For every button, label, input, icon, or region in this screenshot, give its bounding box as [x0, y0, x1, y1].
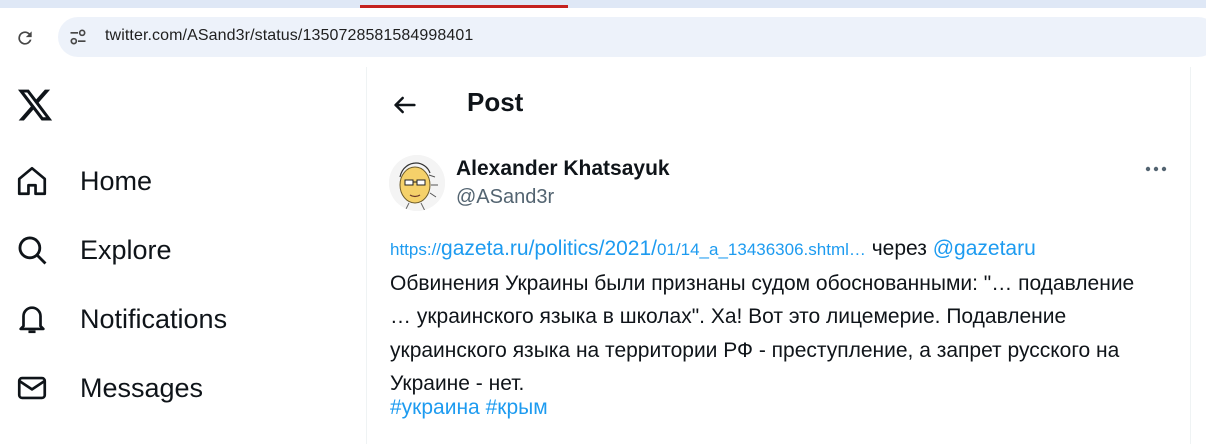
reload-icon[interactable] [14, 27, 36, 49]
bell-icon [14, 301, 50, 337]
sidebar-item-label: Home [80, 165, 153, 196]
browser-tab-strip [0, 0, 1206, 8]
home-icon [14, 163, 50, 199]
twitter-page: Home Explore Notifications Messages Post… [0, 67, 1206, 444]
hashtag-link[interactable]: #крым [486, 396, 548, 419]
back-arrow-icon[interactable] [391, 91, 419, 119]
link-domain-path: gazeta.ru/politics/2021/ [441, 237, 657, 260]
site-info-icon[interactable] [67, 26, 89, 48]
x-logo-icon[interactable] [16, 86, 54, 124]
main-column: Post Alexander Khatsayuk @ASand3r https:… [366, 67, 1191, 444]
envelope-icon [14, 370, 50, 406]
sidebar: Home Explore Notifications Messages [0, 67, 366, 444]
link-tail: 01/14_a_13436306.shtml… [657, 240, 866, 259]
sidebar-item-label: Explore [80, 234, 172, 265]
author-name[interactable]: Alexander Khatsayuk [456, 157, 670, 181]
tweet-body: Обвинения Украины были признаны судом об… [390, 271, 1135, 396]
page-title: Post [467, 87, 524, 117]
search-icon [14, 232, 50, 268]
avatar[interactable] [389, 155, 445, 211]
sidebar-item-home[interactable]: Home [14, 156, 152, 206]
author-handle[interactable]: @ASand3r [456, 186, 554, 209]
sidebar-item-explore[interactable]: Explore [14, 225, 172, 275]
browser-toolbar: twitter.com/ASand3r/status/1350728581584… [0, 8, 1206, 67]
sidebar-item-messages[interactable]: Messages [14, 363, 203, 413]
address-bar[interactable]: twitter.com/ASand3r/status/1350728581584… [58, 17, 1206, 57]
tweet-text: https://gazeta.ru/politics/2021/01/14_a_… [390, 232, 1150, 401]
sidebar-item-notifications[interactable]: Notifications [14, 294, 227, 344]
via-text: через [865, 237, 933, 260]
hashtag-line: #украина #крым [390, 396, 548, 420]
hashtag-link[interactable]: #украина [390, 396, 480, 419]
sidebar-item-label: Notifications [80, 303, 228, 334]
mention-link[interactable]: @gazetaru [933, 237, 1036, 260]
tweet-link[interactable]: https://gazeta.ru/politics/2021/01/14_a_… [390, 237, 866, 260]
more-options-icon[interactable] [1141, 159, 1171, 179]
url-text[interactable]: twitter.com/ASand3r/status/1350728581584… [105, 27, 473, 45]
link-prefix: https:// [390, 240, 442, 259]
sidebar-item-label: Messages [80, 372, 204, 403]
